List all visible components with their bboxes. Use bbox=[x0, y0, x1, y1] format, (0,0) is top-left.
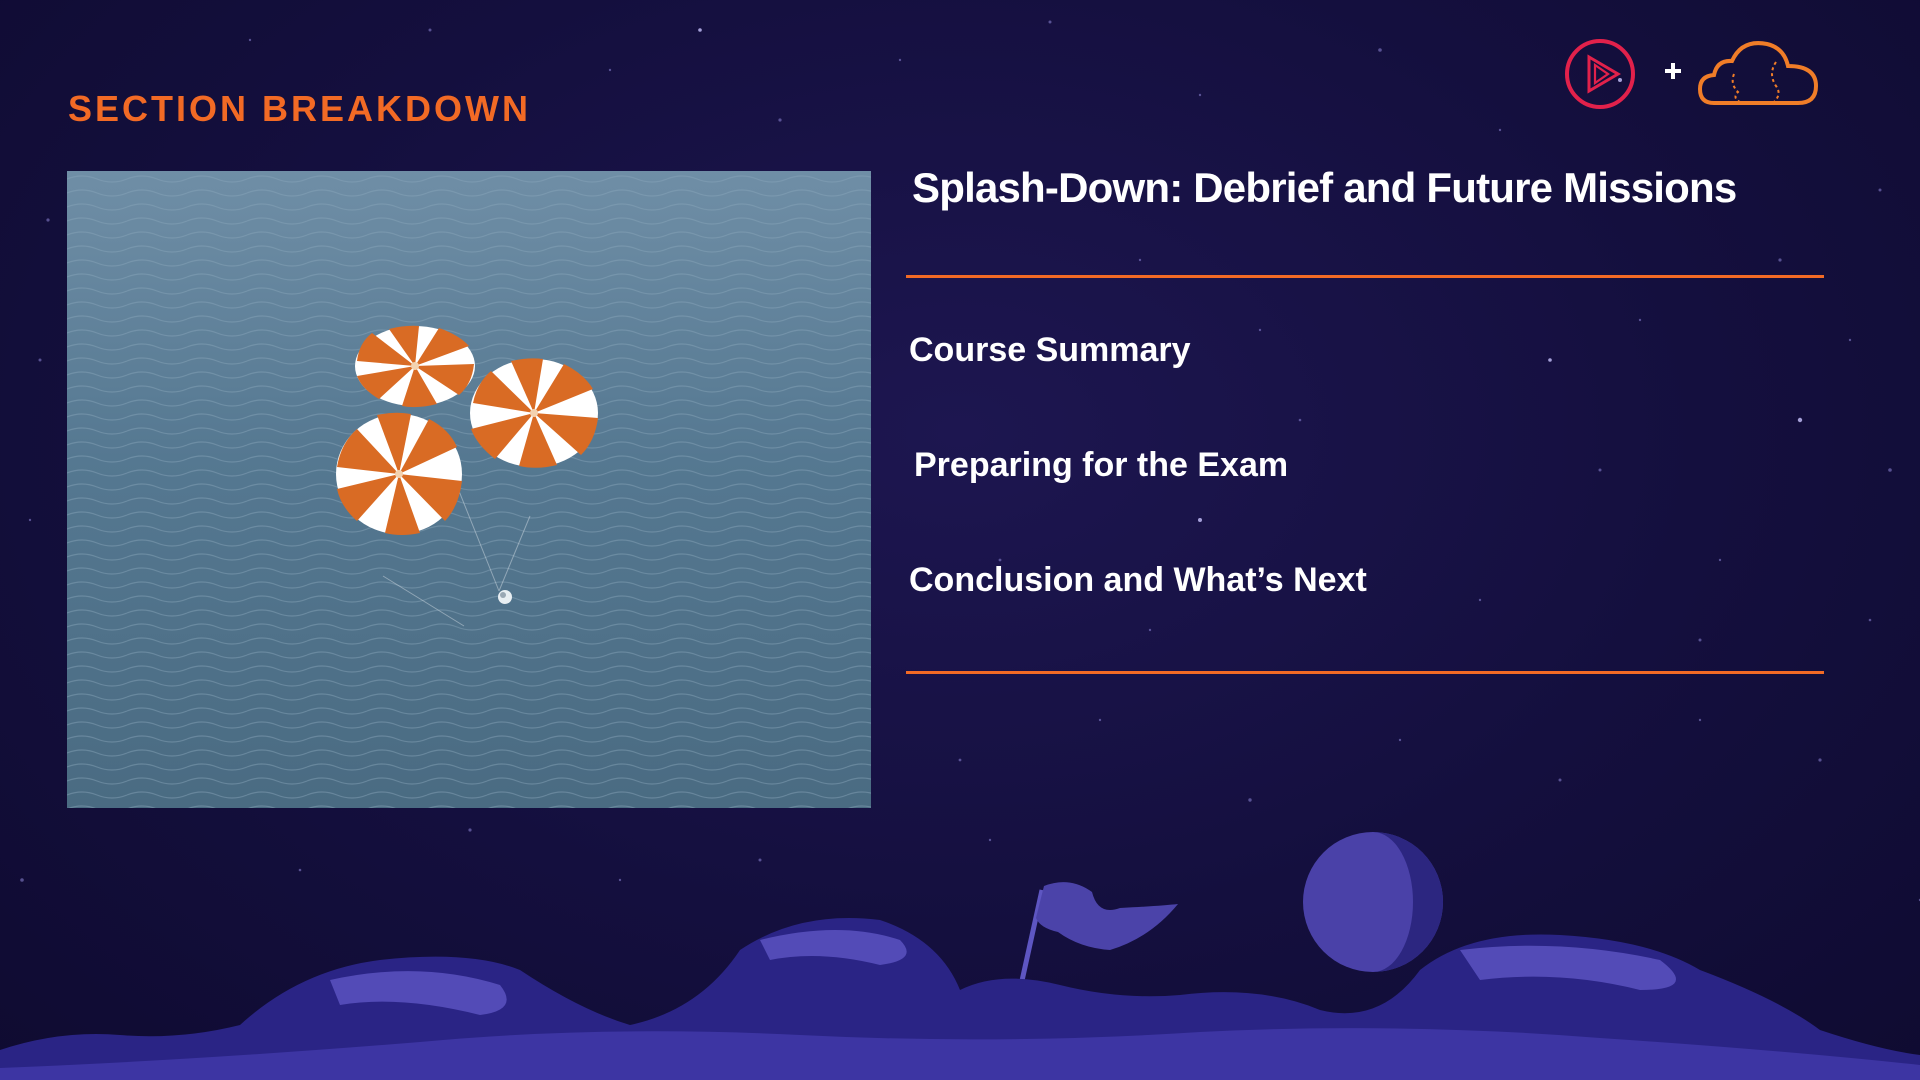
play-triangle-logo-icon bbox=[1565, 39, 1635, 109]
topic-item: Conclusion and What’s Next bbox=[909, 561, 1367, 599]
topic-item: Preparing for the Exam bbox=[914, 446, 1289, 484]
topic-item: Course Summary bbox=[909, 331, 1191, 369]
plus-icon bbox=[1665, 63, 1681, 79]
parachute-canopy bbox=[336, 412, 462, 535]
brand-logos bbox=[1562, 34, 1832, 114]
section-heading: SECTION BREAKDOWN bbox=[68, 88, 531, 129]
moon-landscape-illustration bbox=[0, 832, 1920, 1080]
cloud-logo-icon bbox=[1697, 41, 1819, 105]
parachute-canopy bbox=[470, 358, 598, 468]
parachute-landing-image bbox=[67, 171, 871, 808]
topic-list: Course Summary Preparing for the Exam Co… bbox=[909, 330, 1367, 675]
module-title: Splash-Down: Debrief and Future Missions bbox=[912, 164, 1737, 211]
planet-icon bbox=[1303, 832, 1443, 972]
divider-top bbox=[906, 275, 1824, 278]
divider-bottom bbox=[906, 671, 1824, 674]
